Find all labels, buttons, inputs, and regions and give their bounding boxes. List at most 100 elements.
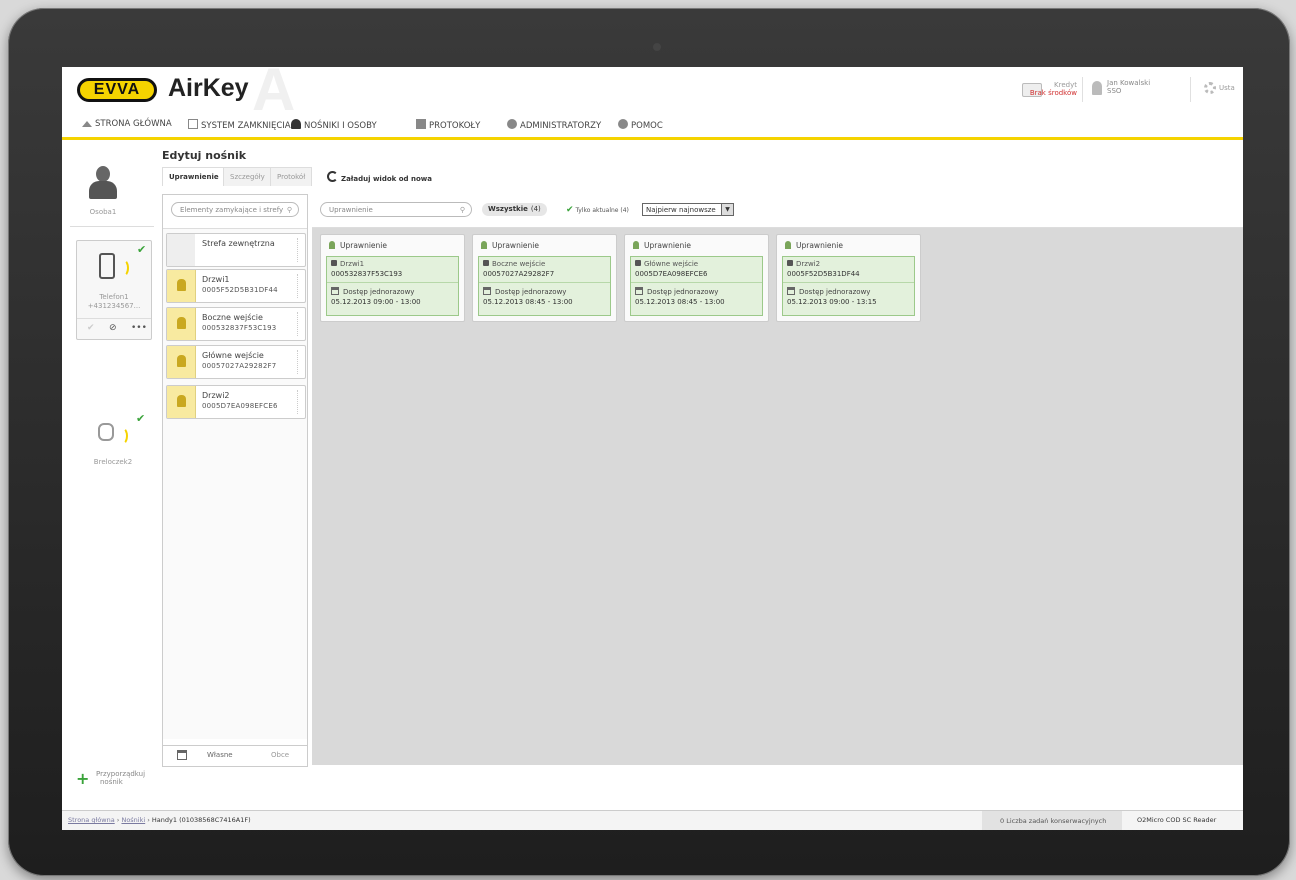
camera-icon [653,43,661,51]
tab-details[interactable]: Szczegóły [223,167,272,186]
settings-button[interactable]: Usta [1204,82,1235,94]
wireless-icon [117,259,129,277]
maintenance-tasks[interactable]: 0 Liczba zadań konserwacyjnych [982,811,1122,830]
permission-search-placeholder: Uprawnienie [329,206,373,214]
filter-all-count: (4) [530,205,541,213]
carrier-name: Telefon1 +431234567... [77,293,151,311]
carrier-actions: ✔ ⊘ ••• [77,318,151,339]
tab-foreign[interactable]: Obce [271,751,289,759]
person-avatar[interactable] [86,166,120,200]
zone-icon [167,234,195,266]
header: A EVVA AirKey Kredyt Brak środków Jan Ko… [62,67,1243,120]
nav-help-label: POMOC [631,121,663,131]
list-item-lock[interactable]: Drzwi1 0005F52D5B31DF44 [166,269,306,303]
permissions-grid: Uprawnienie Drzwi1 000532837F53C193 Dost… [312,228,1243,765]
phone-name: Telefon1 [99,293,129,301]
list-item-lock[interactable]: Drzwi2 0005D7EA098EFCE6 [166,385,306,419]
user-sub: SSO [1107,87,1122,95]
nav-locking-system-label: SYSTEM ZAMKNIĘCIA [201,121,291,131]
nav-administrators[interactable]: ADMINISTRATORZY [507,119,601,131]
check-action-icon[interactable]: ✔ [87,323,95,333]
lock-cylinder-icon [167,386,196,418]
list-item-zone[interactable]: Strefa zewnętrzna [166,233,306,267]
user-menu[interactable]: Jan Kowalski SSO [1107,79,1150,95]
phone-number: +431234567... [87,302,141,310]
breadcrumb-home[interactable]: Strona główna [68,816,115,824]
drag-handle[interactable] [297,238,302,262]
page-title: Edytuj nośnik [162,149,247,162]
assign-carrier-button[interactable]: + Przyporządkuj nośnik [76,770,146,787]
document-icon [416,119,426,129]
calendar-icon [483,287,491,295]
tab-own[interactable]: Własne [207,751,233,759]
sort-select[interactable]: Najpierw najnowsze ▼ [642,203,734,216]
wireless-icon [116,427,128,445]
credit-status[interactable]: Kredyt Brak środków [1017,81,1077,97]
permission-header: Uprawnienie [481,241,539,250]
permission-card[interactable]: Uprawnienie Boczne wejście 00057027A2928… [472,234,617,322]
lock-name: Strefa zewnętrzna [202,239,275,248]
nav-carriers-persons[interactable]: NOŚNIKI I OSOBY [291,119,377,131]
reload-view-button[interactable]: Załaduj widok od nowa [327,171,432,183]
lock-cylinder-icon [167,308,196,340]
breadcrumb-current: Handy1 (01038568C7416A1F) [151,816,251,824]
reload-icon [327,171,338,182]
lock-name: Drzwi2 [202,391,230,400]
key-icon [633,241,639,249]
nav-help[interactable]: POMOC [618,119,663,131]
permission-code: 00057027A29282F7 [483,270,555,278]
lock-code: 00057027A29282F7 [202,362,277,370]
tab-protocol[interactable]: Protokół [270,167,313,186]
nav-home[interactable]: STRONA GŁÓWNA [82,119,172,129]
permission-search-input[interactable]: Uprawnienie ⚲ [320,202,472,217]
search-icon: ⚲ [459,206,465,214]
calendar-icon [635,287,643,295]
key-fob-icon[interactable] [98,423,114,441]
locks-search-input[interactable]: Elementy zamykające i strefy ⚲ [171,202,299,217]
nav-locking-system[interactable]: SYSTEM ZAMKNIĘCIA [188,119,291,131]
nav-protocols[interactable]: PROTOKOŁY [416,119,480,131]
breadcrumb-carriers[interactable]: Nośniki [121,816,145,824]
padlock-icon [787,260,793,266]
divider [479,282,610,283]
permission-card[interactable]: Uprawnienie Drzwi2 0005F52D5B31DF44 Dost… [776,234,921,322]
drag-handle[interactable] [297,390,302,414]
permission-lock: Drzwi2 [787,260,820,268]
drag-handle[interactable] [297,350,302,374]
permission-header: Uprawnienie [633,241,691,250]
drag-handle[interactable] [297,312,302,336]
person-name: Osoba1 [89,208,117,216]
lock-name: Główne wejście [202,351,264,360]
permission-lock: Boczne wejście [483,260,545,268]
list-item-lock[interactable]: Boczne wejście 000532837F53C193 [166,307,306,341]
lock-cylinder-icon [167,346,196,378]
permission-card[interactable]: Uprawnienie Drzwi1 000532837F53C193 Dost… [320,234,465,322]
carrier-card-phone[interactable]: ✔ Telefon1 +431234567... ✔ ⊘ ••• [76,240,152,340]
calendar-icon[interactable] [177,750,187,760]
lock-cylinder-icon [167,270,196,302]
drag-handle[interactable] [297,274,302,298]
check-icon: ✔ [136,412,146,425]
more-icon[interactable]: ••• [131,323,147,333]
permission-card[interactable]: Uprawnienie Główne wejście 0005D7EA098EF… [624,234,769,322]
divider [631,282,762,283]
phone-icon [99,253,115,279]
home-icon [82,121,92,127]
chevron-down-icon: ▼ [721,204,733,215]
assign-label-1: Przyporządkuj [96,770,146,778]
permission-time: 05.12.2013 09:00 - 13:00 [331,298,421,306]
status-bar: Strona główna › Nośniki › Handy1 (010385… [62,810,1243,830]
tab-permissions[interactable]: Uprawnienie [162,167,226,186]
filter-all-button[interactable]: Wszystkie (4) [482,203,547,216]
permission-type: Dostęp jednorazowy [331,287,414,296]
list-item-lock[interactable]: Główne wejście 00057027A29282F7 [166,345,306,379]
divider [327,282,458,283]
permission-code: 0005D7EA098EFCE6 [635,270,708,278]
permission-time: 05.12.2013 09:00 - 13:15 [787,298,877,306]
person-head [96,166,110,182]
calendar-icon [331,287,339,295]
locks-panel-footer: Własne Obce [163,745,307,766]
block-icon[interactable]: ⊘ [109,323,117,333]
filter-current-toggle[interactable]: ✔ Tylko aktualne (4) [566,205,629,215]
credit-label: Kredyt [1054,81,1077,89]
